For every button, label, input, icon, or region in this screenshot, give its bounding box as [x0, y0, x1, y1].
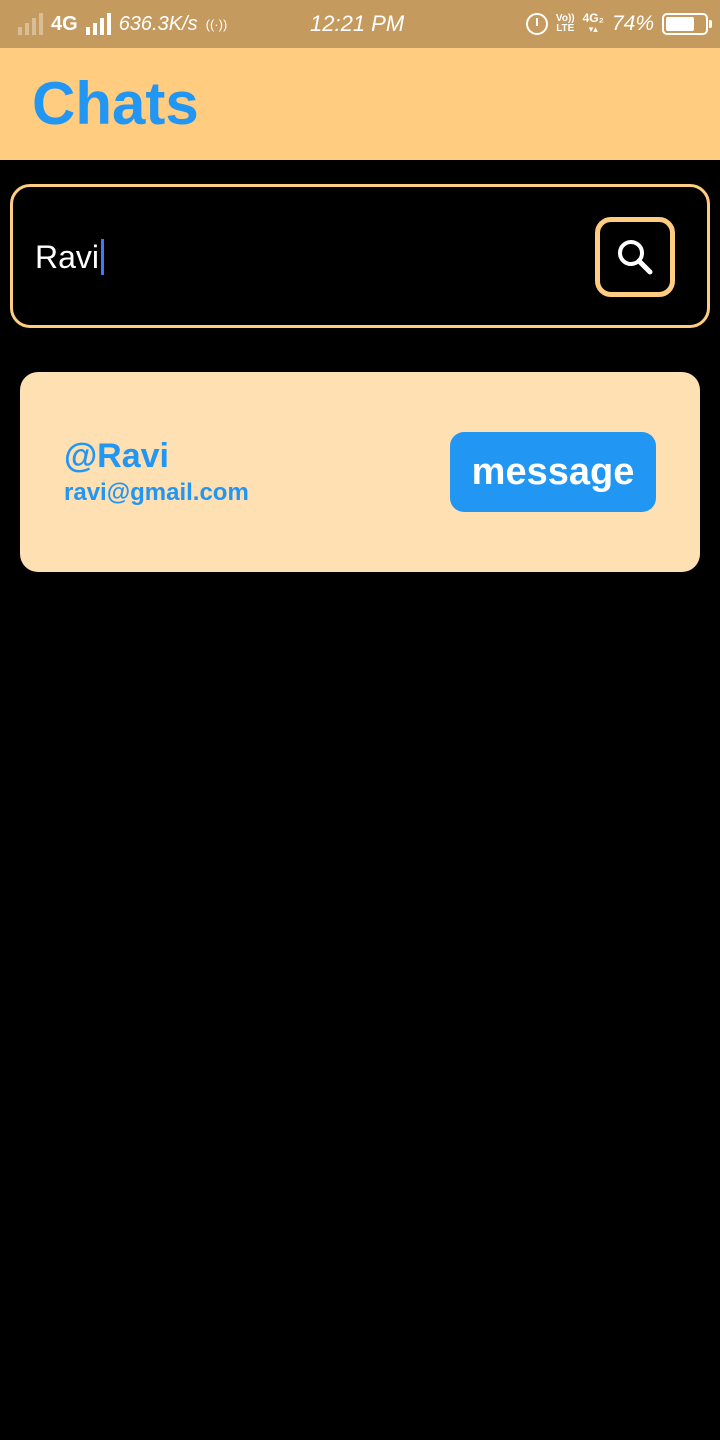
- alarm-icon: [525, 13, 548, 35]
- signal-icon-sim1: [18, 13, 43, 35]
- search-box: Ravi: [10, 184, 710, 328]
- battery-icon: [662, 13, 712, 35]
- network2-bottom: ▾▴: [588, 24, 598, 34]
- result-email: ravi@gmail.com: [64, 479, 249, 506]
- page-title: Chats: [32, 70, 199, 137]
- search-button[interactable]: [595, 217, 675, 297]
- status-bar: 4G 636.3K/s ((·)) 12:21 PM Vo)) LTE 4G₂ …: [0, 0, 720, 48]
- network2-top: 4G₂: [582, 11, 604, 25]
- battery-percent: 74%: [611, 12, 654, 35]
- search-input[interactable]: Ravi: [35, 227, 575, 287]
- search-input-value: Ravi: [35, 238, 100, 275]
- result-username: @Ravi: [64, 437, 169, 475]
- hotspot-icon: ((·)): [205, 16, 228, 32]
- volte-icon: Vo)) LTE: [556, 14, 575, 34]
- battery-fill: [666, 17, 695, 31]
- text-cursor: [101, 239, 105, 275]
- status-left: 4G 636.3K/s ((·)): [18, 0, 227, 48]
- search-icon: [618, 240, 653, 275]
- network-type: 4G: [51, 12, 78, 35]
- network2-icon: 4G₂ ▾▴: [582, 11, 604, 35]
- status-right: Vo)) LTE 4G₂ ▾▴ 74%: [525, 0, 712, 48]
- network-speed: 636.3K/s: [118, 12, 198, 35]
- app-header: Chats: [0, 48, 720, 160]
- user-result-card: @Ravi ravi@gmail.com message: [20, 372, 700, 572]
- status-time: 12:21 PM: [310, 11, 405, 36]
- signal-icon-sim2: [85, 13, 111, 35]
- message-button[interactable]: message: [450, 432, 656, 512]
- volte-bottom: LTE: [556, 23, 575, 34]
